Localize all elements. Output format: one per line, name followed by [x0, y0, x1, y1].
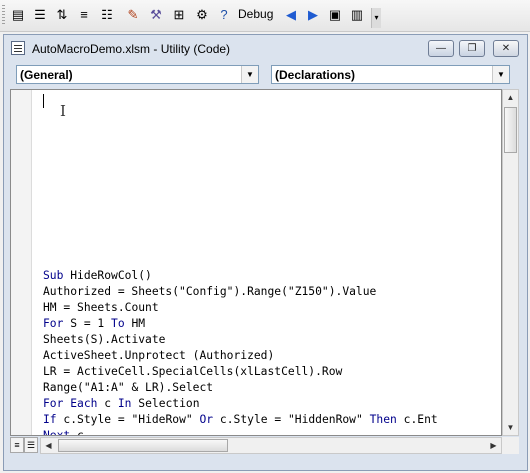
- outdent-icon[interactable]: ⚒: [147, 5, 165, 23]
- toggle-bookmark-icon[interactable]: ▣: [326, 5, 344, 23]
- text-caret: [43, 94, 44, 108]
- quick-info-icon[interactable]: ⇅: [53, 5, 71, 23]
- code-line[interactable]: Authorized = Sheets("Config").Range("Z15…: [43, 284, 438, 300]
- code-line[interactable]: Next c: [43, 428, 438, 435]
- full-module-view-button[interactable]: ☰: [24, 437, 38, 453]
- code-line[interactable]: HM = Sheets.Count: [43, 300, 438, 316]
- code-line[interactable]: LR = ActiveCell.SpecialCells(xlLastCell)…: [43, 364, 438, 380]
- procedure-view-button[interactable]: ≡: [10, 437, 24, 453]
- minimize-button[interactable]: —: [428, 40, 454, 57]
- code-line[interactable]: ActiveSheet.Unprotect (Authorized): [43, 348, 438, 364]
- code-lines: Sub HideRowCol() Authorized = Sheets("Con…: [43, 268, 438, 435]
- code-window: AutoMacroDemo.xlsm - Utility (Code) — ❐ …: [3, 34, 528, 471]
- code-line[interactable]: Sheets(S).Activate: [43, 332, 438, 348]
- procedure-dropdown-value: (Declarations): [275, 68, 356, 82]
- size-grip: [502, 437, 519, 454]
- comment-block-icon[interactable]: ⚙: [193, 5, 211, 23]
- list-constants-icon[interactable]: ☰: [31, 5, 49, 23]
- scroll-up-icon[interactable]: ▲: [503, 90, 518, 105]
- indent-icon[interactable]: ✎: [124, 5, 142, 23]
- code-line[interactable]: For Each c In Selection: [43, 396, 438, 412]
- next-bookmark-icon[interactable]: ▶: [304, 5, 322, 23]
- toggle-breakpoint-icon[interactable]: ⊞: [170, 5, 188, 23]
- restore-button[interactable]: ❐: [459, 40, 485, 57]
- ibeam-cursor-icon: I: [60, 102, 66, 120]
- list-properties-icon[interactable]: ▤: [9, 5, 27, 23]
- code-line[interactable]: Range("A1:A" & LR).Select: [43, 380, 438, 396]
- close-button[interactable]: ✕: [493, 40, 519, 57]
- clear-bookmarks-icon[interactable]: ▥: [348, 5, 366, 23]
- horizontal-scrollbar[interactable]: ◀ ▶: [40, 437, 502, 454]
- object-dropdown-value: (General): [20, 68, 73, 82]
- complete-word-icon[interactable]: ☷: [98, 5, 116, 23]
- vertical-scrollbar[interactable]: ▲ ▼: [502, 89, 519, 436]
- code-window-icon: [11, 41, 25, 55]
- window-title: AutoMacroDemo.xlsm - Utility (Code): [32, 42, 231, 56]
- title-bar[interactable]: AutoMacroDemo.xlsm - Utility (Code) — ❐ …: [4, 35, 527, 62]
- toolbar-grip[interactable]: [2, 5, 5, 25]
- chevron-down-icon[interactable]: ▼: [492, 66, 509, 83]
- code-line[interactable]: For S = 1 To HM: [43, 316, 438, 332]
- code-line[interactable]: Sub HideRowCol(): [43, 268, 438, 284]
- bottom-bar: ≡ ☰ ◀ ▶: [10, 437, 502, 454]
- margin-indicator-bar[interactable]: [11, 90, 32, 435]
- code-line[interactable]: If c.Style = "HideRow" Or c.Style = "Hid…: [43, 412, 438, 428]
- procedure-dropdown[interactable]: (Declarations) ▼: [271, 65, 510, 84]
- help-icon[interactable]: ?: [215, 5, 233, 23]
- horizontal-scroll-thumb[interactable]: [58, 439, 228, 452]
- toolbar-overflow-button[interactable]: ▾: [371, 8, 381, 28]
- scroll-left-icon[interactable]: ◀: [41, 438, 56, 453]
- parameter-info-icon[interactable]: ≡: [75, 5, 93, 23]
- chevron-down-icon[interactable]: ▼: [241, 66, 258, 83]
- code-editor[interactable]: I Sub HideRowCol() Authorized = Sheets("C…: [10, 89, 502, 436]
- previous-bookmark-icon[interactable]: ◀: [282, 5, 300, 23]
- scroll-right-icon[interactable]: ▶: [486, 438, 501, 453]
- debug-button[interactable]: Debug: [238, 7, 273, 21]
- edit-toolbar: ▤ ☰ ⇅ ≡ ☷ ✎ ⚒ ⊞ ⚙ ? Debug ◀ ▶ ▣ ▥ ▾: [0, 0, 530, 32]
- scroll-down-icon[interactable]: ▼: [503, 420, 518, 435]
- vertical-scroll-thumb[interactable]: [504, 107, 517, 153]
- object-dropdown[interactable]: (General) ▼: [16, 65, 259, 84]
